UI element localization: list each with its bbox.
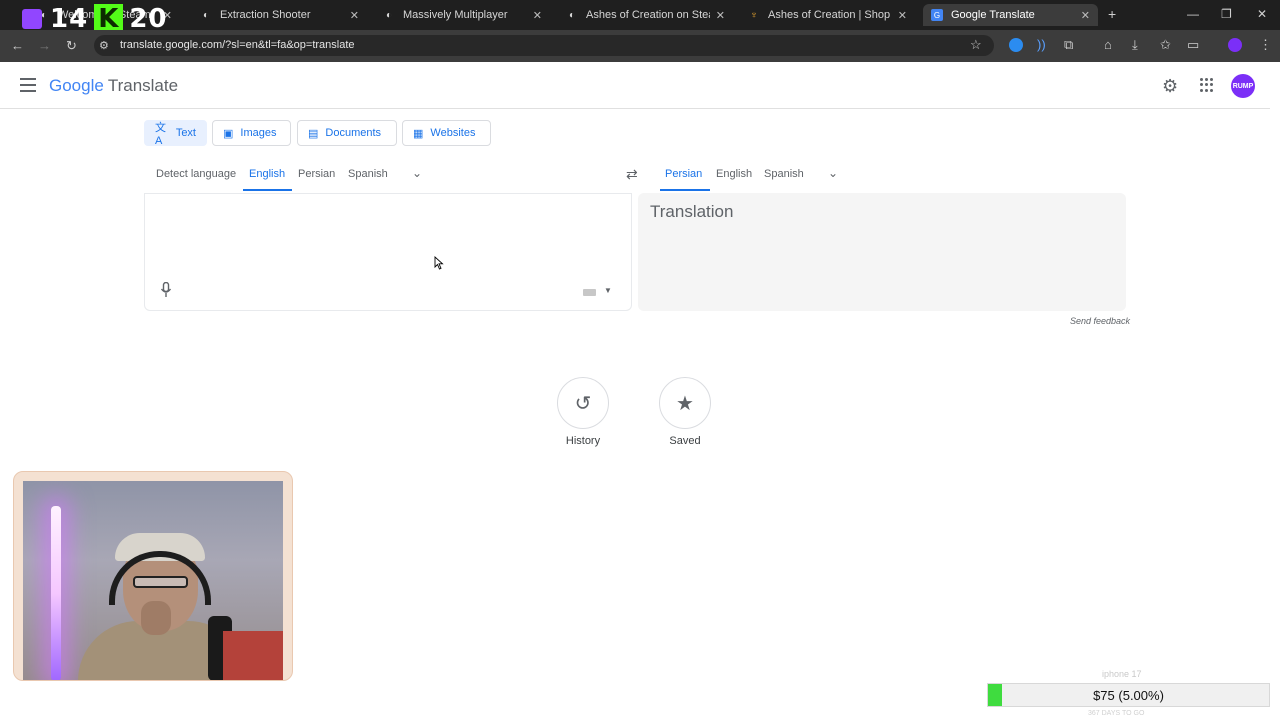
mode-label: Images: [240, 127, 277, 139]
translate-icon: 文A: [155, 122, 166, 147]
gear-icon[interactable]: ⚙: [1162, 76, 1178, 97]
extensions-puzzle-icon[interactable]: ⧉: [1064, 37, 1073, 53]
source-lang-spanish[interactable]: Spanish: [348, 168, 388, 180]
goal-title: iphone 17: [1102, 669, 1142, 679]
tab-extraction-shooter[interactable]: ◐ Extraction Shooter ✕: [192, 4, 367, 26]
favorites-icon[interactable]: ✩: [1160, 37, 1171, 53]
history-label: History: [565, 435, 601, 447]
goal-days-left: 367 DAYS TO GO: [1088, 710, 1145, 717]
close-icon[interactable]: ✕: [533, 9, 542, 22]
google-wordmark: Google: [49, 76, 104, 95]
webcam-feed: [23, 481, 283, 680]
mouse-cursor-icon: [434, 256, 444, 270]
mode-label: Documents: [325, 127, 382, 139]
steam-icon: ◐: [202, 9, 210, 21]
incognito-icon[interactable]: ⌂: [1104, 37, 1112, 53]
document-icon: ▤: [308, 127, 319, 140]
mode-label: Websites: [430, 127, 476, 139]
source-lang-persian[interactable]: Persian: [298, 168, 335, 180]
app-header: Google Translate ⚙ RUMP: [0, 62, 1270, 109]
bookmark-star-icon[interactable]: ☆: [970, 37, 982, 53]
source-text-input[interactable]: [144, 193, 632, 311]
mode-label: Text: [175, 127, 196, 139]
tab-google-translate[interactable]: G Google Translate ✕: [923, 4, 1098, 26]
keyboard-dropdown-icon[interactable]: ▼: [604, 286, 612, 295]
target-lang-selected-indicator: [660, 189, 710, 191]
saved-label: Saved: [669, 435, 701, 447]
close-icon[interactable]: ✕: [716, 9, 725, 22]
close-window-icon[interactable]: ✕: [1257, 7, 1267, 21]
hamburger-menu-icon[interactable]: [20, 78, 36, 92]
tab-title: Ashes of Creation | Shop: [768, 9, 891, 21]
google-translate-icon: G: [931, 9, 943, 21]
minimize-icon[interactable]: —: [1187, 7, 1199, 21]
twitch-icon: [22, 9, 42, 29]
tab-title: Massively Multiplayer: [403, 9, 508, 21]
back-icon[interactable]: ←: [11, 38, 24, 54]
url-text[interactable]: translate.google.com/?sl=en&tl=fa&op=tra…: [120, 39, 355, 51]
close-icon[interactable]: ✕: [350, 9, 359, 22]
ashes-icon: ♆: [750, 9, 758, 21]
tab-title: Extraction Shooter: [220, 9, 311, 21]
donation-goal-bar: $75 (5.00%): [987, 683, 1270, 707]
cast-icon[interactable]: ▭: [1187, 37, 1199, 53]
star-icon: ★: [676, 392, 694, 415]
steam-icon: ◐: [385, 9, 393, 21]
steam-icon: ◐: [568, 9, 576, 21]
target-lang-spanish[interactable]: Spanish: [764, 168, 804, 180]
close-icon[interactable]: ✕: [898, 9, 907, 22]
audio-extension-icon[interactable]: )): [1037, 37, 1046, 53]
saved-button[interactable]: ★: [659, 377, 711, 429]
restore-icon[interactable]: ❐: [1221, 7, 1232, 21]
chevron-down-icon[interactable]: ⌄: [828, 166, 838, 180]
forward-icon[interactable]: →: [38, 38, 51, 54]
source-lang-detect[interactable]: Detect language: [156, 168, 236, 180]
extension-icon[interactable]: [1009, 38, 1023, 52]
tab-title: Ashes of Creation on Steam: [586, 9, 710, 21]
product-name: Translate: [107, 76, 179, 95]
target-lang-english[interactable]: English: [716, 168, 752, 180]
send-feedback-link[interactable]: Send feedback: [1070, 316, 1130, 326]
close-icon[interactable]: ✕: [1081, 9, 1090, 22]
reload-icon[interactable]: ↻: [66, 38, 77, 54]
more-menu-icon[interactable]: ⋮: [1259, 37, 1272, 53]
swap-languages-icon[interactable]: ⇄: [626, 166, 638, 183]
translation-placeholder: Translation: [650, 202, 734, 221]
profile-icon[interactable]: [1228, 38, 1242, 52]
browser-tab-bar: ◐ Welcome to Steam ✕ ◐ Extraction Shoote…: [0, 0, 1280, 30]
google-translate-logo[interactable]: Google Translate: [49, 76, 178, 96]
mode-images-button[interactable]: ▣ Images: [212, 120, 291, 146]
apps-grid-icon[interactable]: [1200, 78, 1214, 92]
target-lang-persian[interactable]: Persian: [665, 168, 702, 180]
microphone-icon[interactable]: [160, 282, 172, 298]
avatar[interactable]: RUMP: [1231, 74, 1255, 98]
mode-text-button[interactable]: 文A Text: [144, 120, 207, 147]
history-icon: ↺: [574, 392, 592, 415]
tab-ashes-shop[interactable]: ♆ Ashes of Creation | Shop ✕: [740, 4, 915, 26]
source-lang-english[interactable]: English: [249, 168, 285, 180]
goal-amount: $75 (5.00%): [1093, 687, 1164, 703]
website-icon: ▦: [413, 127, 424, 140]
mode-documents-button[interactable]: ▤ Documents: [297, 120, 397, 146]
keyboard-icon[interactable]: [583, 289, 596, 296]
history-button[interactable]: ↺: [557, 377, 609, 429]
tab-ashes-steam[interactable]: ◐ Ashes of Creation on Steam ✕: [558, 4, 733, 26]
chevron-down-icon[interactable]: ⌄: [412, 166, 422, 180]
tab-massively-multiplayer[interactable]: ◐ Massively Multiplayer ✕: [375, 4, 550, 26]
download-icon[interactable]: ⤓: [1132, 37, 1138, 53]
new-tab-button[interactable]: +: [1108, 6, 1116, 22]
tab-title: Google Translate: [951, 9, 1035, 21]
source-lang-selected-indicator: [243, 189, 292, 191]
image-icon: ▣: [223, 127, 234, 140]
site-info-icon[interactable]: ⚙: [99, 38, 109, 54]
mode-websites-button[interactable]: ▦ Websites: [402, 120, 491, 146]
